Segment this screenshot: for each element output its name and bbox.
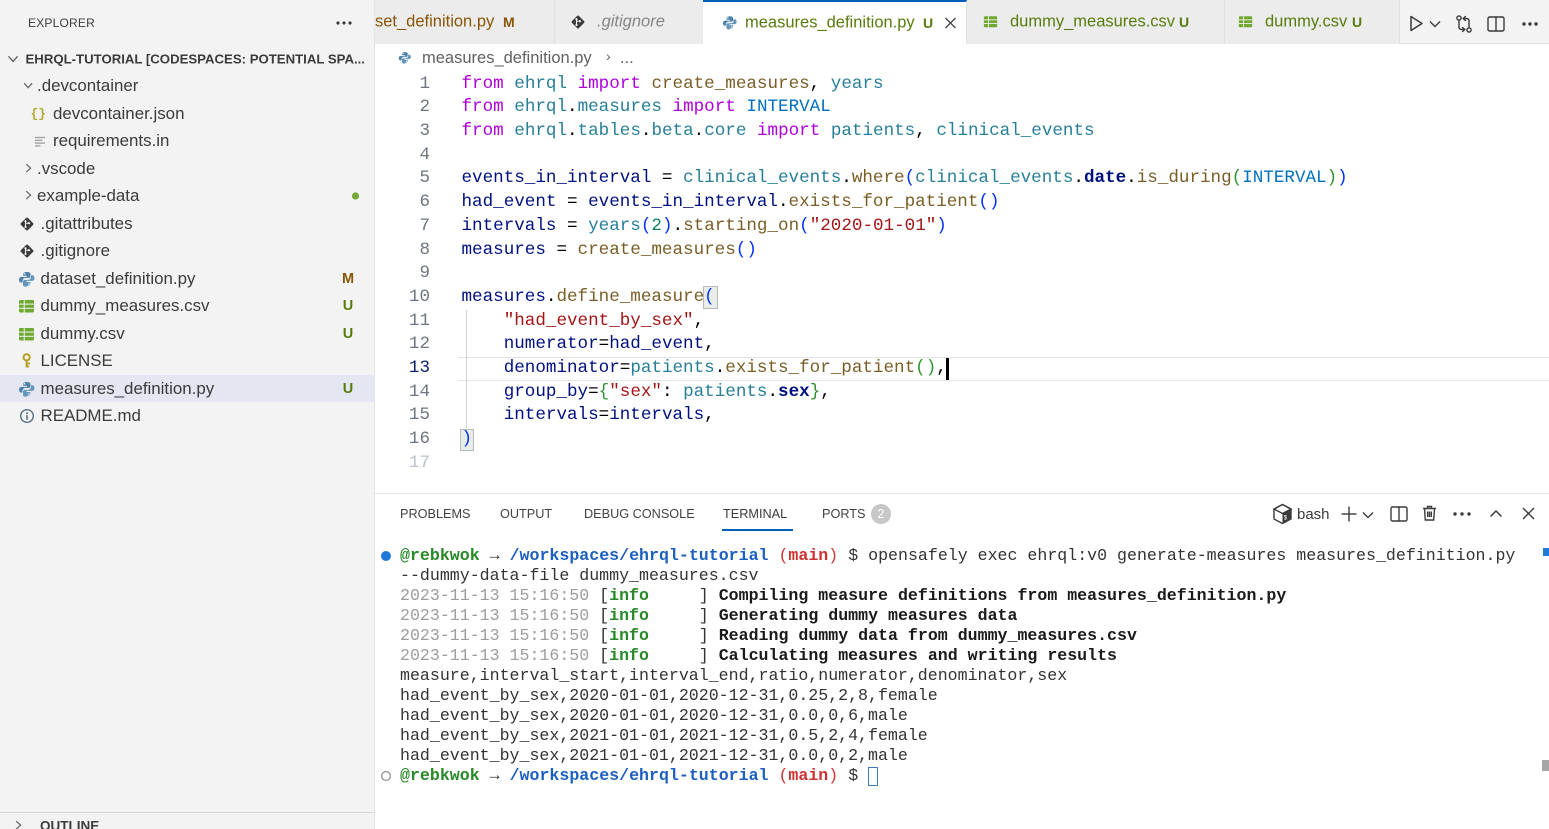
svg-text:$: $	[1284, 514, 1288, 521]
